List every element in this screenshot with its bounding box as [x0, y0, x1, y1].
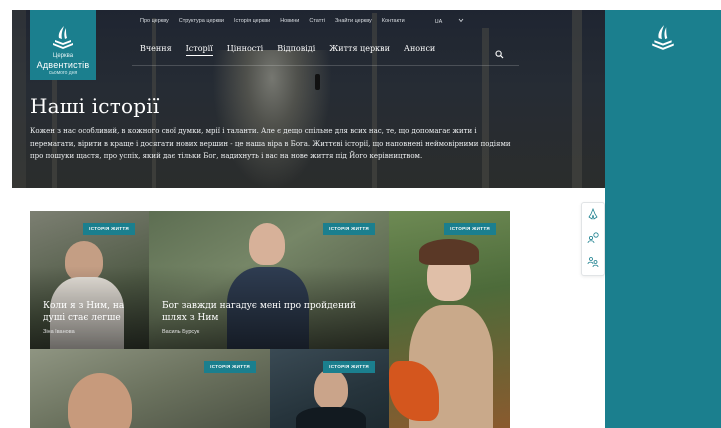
story-card[interactable]: ІСТОРІЯ ЖИТТЯ — [270, 349, 389, 428]
top-navigation: Про церкву Структура церкви Історія церк… — [140, 18, 474, 25]
church-logo-icon — [652, 25, 674, 50]
main-navigation: Вчення Історії Цінності Відповіді Життя … — [140, 44, 449, 56]
story-photo — [314, 369, 348, 409]
topnav-item-find-church[interactable]: Знайти церкву — [335, 18, 372, 25]
praying-hands-icon[interactable] — [587, 208, 599, 220]
walking-person — [315, 74, 320, 90]
nav-answers[interactable]: Відповіді — [277, 44, 315, 56]
story-title: Бог завжди нагадує мені про пройдений шл… — [162, 301, 356, 323]
nav-announcements[interactable]: Анонси — [404, 44, 435, 56]
story-author: Василь Бурсук — [162, 329, 200, 335]
story-tag: ІСТОРІЯ ЖИТТЯ — [323, 361, 375, 373]
hero-lead-text: Кожен з нас особливий, в кожного свої ду… — [30, 127, 511, 160]
church-logo-icon — [53, 26, 73, 49]
story-author: Зіна Іванова — [43, 329, 75, 335]
tree-trunk — [572, 10, 582, 188]
story-photo — [68, 373, 132, 428]
language-selector[interactable]: UA — [435, 18, 464, 25]
topnav-item-news[interactable]: Новини — [280, 18, 299, 25]
forest-road — [212, 50, 332, 188]
nav-stories[interactable]: Історії — [185, 44, 213, 56]
search-button[interactable] — [495, 46, 504, 64]
story-tag: ІСТОРІЯ ЖИТТЯ — [83, 223, 135, 235]
story-title: Коли я з Ним, на душі стає легше — [43, 301, 125, 323]
search-icon — [495, 50, 504, 59]
story-photo — [249, 223, 285, 265]
language-label: UA — [434, 19, 443, 25]
story-card[interactable]: ІСТОРІЯ ЖИТТЯ Коли я з Ним, на душі стає… — [30, 211, 149, 349]
topnav-item-history[interactable]: Історія церкви — [234, 18, 270, 25]
people-chat-icon[interactable] — [587, 232, 599, 244]
topnav-item-contacts[interactable]: Контакти — [382, 18, 405, 25]
nav-values[interactable]: Цінності — [227, 44, 263, 56]
floating-actions — [581, 202, 605, 276]
group-icon[interactable] — [587, 256, 599, 268]
logo-line-1: Церква — [52, 53, 74, 59]
nav-church-life[interactable]: Життя церкви — [329, 44, 390, 56]
church-logo[interactable]: Церква Адвентистів сьомого дня — [30, 10, 96, 80]
logo-line-2: Адвентистів — [36, 60, 90, 70]
story-card[interactable]: ІСТОРІЯ ЖИТТЯ Бог завжди нагадує мені пр… — [149, 211, 389, 349]
topnav-item-about[interactable]: Про церкву — [140, 18, 169, 25]
story-card[interactable]: ІСТОРІЯ ЖИТТЯ — [389, 211, 510, 428]
tree-trunk — [482, 28, 489, 188]
logo-line-3: сьомого дня — [48, 70, 78, 76]
story-tag: ІСТОРІЯ ЖИТТЯ — [444, 223, 496, 235]
hero-banner: Церква Адвентистів сьомого дня Про церкв… — [12, 10, 605, 188]
chevron-down-icon — [458, 18, 464, 23]
story-card[interactable]: ІСТОРІЯ ЖИТТЯ — [30, 349, 270, 428]
story-tag: ІСТОРІЯ ЖИТТЯ — [204, 361, 256, 373]
nav-divider — [132, 65, 519, 66]
topnav-item-structure[interactable]: Структура церкви — [179, 18, 224, 25]
story-photo — [296, 407, 366, 428]
side-panel — [605, 10, 721, 428]
story-tag: ІСТОРІЯ ЖИТТЯ — [323, 223, 375, 235]
tree-trunk — [12, 10, 26, 188]
nav-teaching[interactable]: Вчення — [140, 44, 172, 56]
topnav-item-articles[interactable]: Статті — [309, 18, 325, 25]
page-title: Наші історії — [30, 94, 160, 118]
story-photo — [419, 239, 479, 265]
